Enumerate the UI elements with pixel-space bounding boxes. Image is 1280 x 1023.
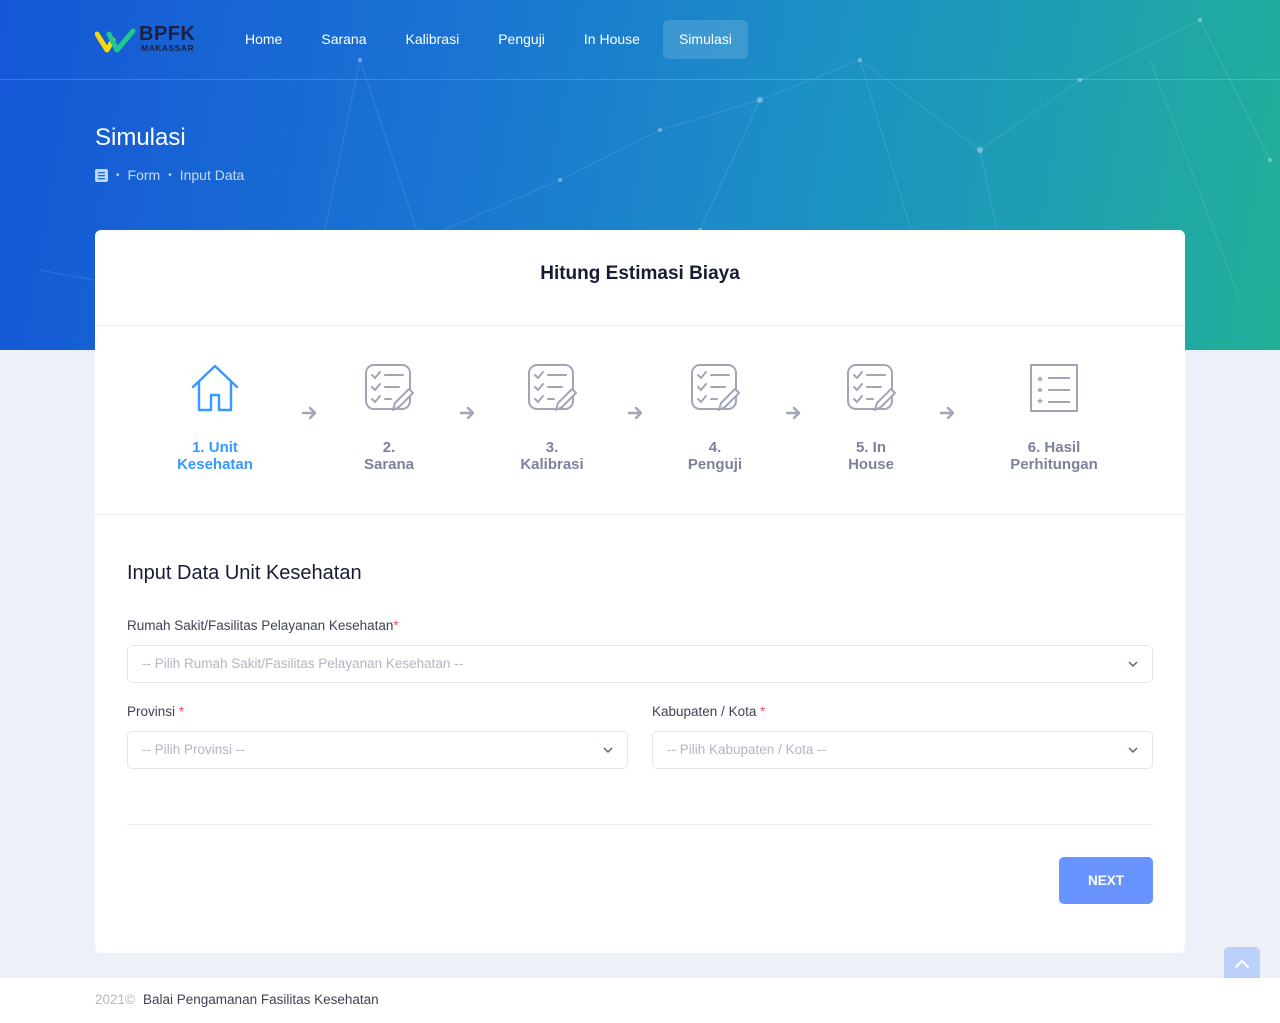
step-label: 5. In House: [848, 439, 894, 473]
step-hasil-perhitungan[interactable]: 6. Hasil Perhitungan: [984, 362, 1124, 473]
checklist-edit-icon: [691, 364, 740, 411]
breadcrumb-separator: •: [168, 169, 172, 181]
breadcrumb: • Form • Input Data: [95, 167, 244, 183]
step-unit-kesehatan[interactable]: 1. Unit Kesehatan: [145, 362, 285, 473]
nav-sarana[interactable]: Sarana: [305, 20, 382, 59]
checklist-edit-icon: [365, 364, 414, 411]
list-doc-icon: [1030, 364, 1078, 412]
wizard-stepper: 1. Unit Kesehatan 2. Sarana 3. Kalibrasi…: [95, 326, 1185, 515]
city-select[interactable]: -- Pilih Kabupaten / Kota --: [652, 731, 1153, 769]
unit-kesehatan-form: Input Data Unit Kesehatan Rumah Sakit/Fa…: [127, 562, 1153, 769]
hospital-label: Rumah Sakit/Fasilitas Pelayanan Kesehata…: [127, 618, 399, 633]
step-label: 2. Sarana: [363, 439, 415, 473]
province-select[interactable]: -- Pilih Provinsi --: [127, 731, 628, 769]
arrow-right-icon: [940, 406, 955, 420]
step-label: 3. Kalibrasi: [520, 439, 584, 473]
brand-logo[interactable]: BPFK MAKASSAR: [95, 24, 205, 56]
form-heading: Input Data Unit Kesehatan: [127, 562, 362, 584]
step-label: 6. Hasil Perhitungan: [1010, 439, 1098, 473]
breadcrumb-separator: •: [116, 169, 120, 181]
arrow-right-icon: [460, 406, 475, 420]
arrow-right-icon: [302, 406, 317, 420]
step-label: 4. Penguji: [687, 439, 743, 473]
nav-kalibrasi[interactable]: Kalibrasi: [390, 20, 476, 59]
nav-home[interactable]: Home: [229, 20, 298, 59]
province-label: Provinsi *: [127, 704, 185, 719]
list-icon[interactable]: [95, 168, 108, 182]
step-label: 1. Unit Kesehatan: [177, 439, 253, 473]
brand-name: BPFK: [139, 23, 196, 45]
nav-in-house[interactable]: In House: [568, 20, 656, 59]
footer-year: 2021©: [95, 992, 135, 1007]
chevron-down-icon: [1128, 661, 1138, 668]
main-nav: Home Sarana Kalibrasi Penguji In House S…: [229, 20, 755, 59]
footer: 2021© Balai Pengamanan Fasilitas Kesehat…: [0, 978, 1280, 1023]
card-header: Hitung Estimasi Biaya: [95, 230, 1185, 326]
step-sarana[interactable]: 2. Sarana: [319, 362, 459, 473]
form-divider: [127, 824, 1153, 825]
chevron-down-icon: [1128, 747, 1138, 754]
checklist-edit-icon: [528, 364, 577, 411]
chevron-down-icon: [603, 747, 613, 754]
nav-simulasi[interactable]: Simulasi: [662, 20, 748, 59]
hospital-select[interactable]: -- Pilih Rumah Sakit/Fasilitas Pelayanan…: [127, 645, 1153, 683]
footer-organization-link[interactable]: Balai Pengamanan Fasilitas Kesehatan: [143, 992, 379, 1007]
breadcrumb-form[interactable]: Form: [128, 167, 161, 183]
city-label: Kabupaten / Kota *: [652, 704, 766, 719]
logo-check-icon: [95, 28, 136, 53]
checklist-edit-icon: [847, 364, 896, 411]
step-kalibrasi[interactable]: 3. Kalibrasi: [482, 362, 622, 473]
breadcrumb-input-data: Input Data: [179, 167, 245, 183]
estimation-card: Hitung Estimasi Biaya 1. Unit Kesehatan 2…: [95, 230, 1185, 953]
step-in-house[interactable]: 5. In House: [801, 362, 941, 473]
home-icon: [191, 364, 239, 412]
next-button[interactable]: NEXT: [1059, 857, 1153, 904]
arrow-right-icon: [786, 406, 801, 420]
brand-subtitle: MAKASSAR: [141, 43, 195, 53]
top-navigation-bar: BPFK MAKASSAR Home Sarana Kalibrasi Peng…: [0, 0, 1280, 80]
arrow-right-icon: [628, 406, 643, 420]
step-penguji[interactable]: 4. Penguji: [645, 362, 785, 473]
nav-penguji[interactable]: Penguji: [482, 20, 561, 59]
page-title: Simulasi: [95, 124, 186, 151]
card-title: Hitung Estimasi Biaya: [540, 263, 740, 284]
